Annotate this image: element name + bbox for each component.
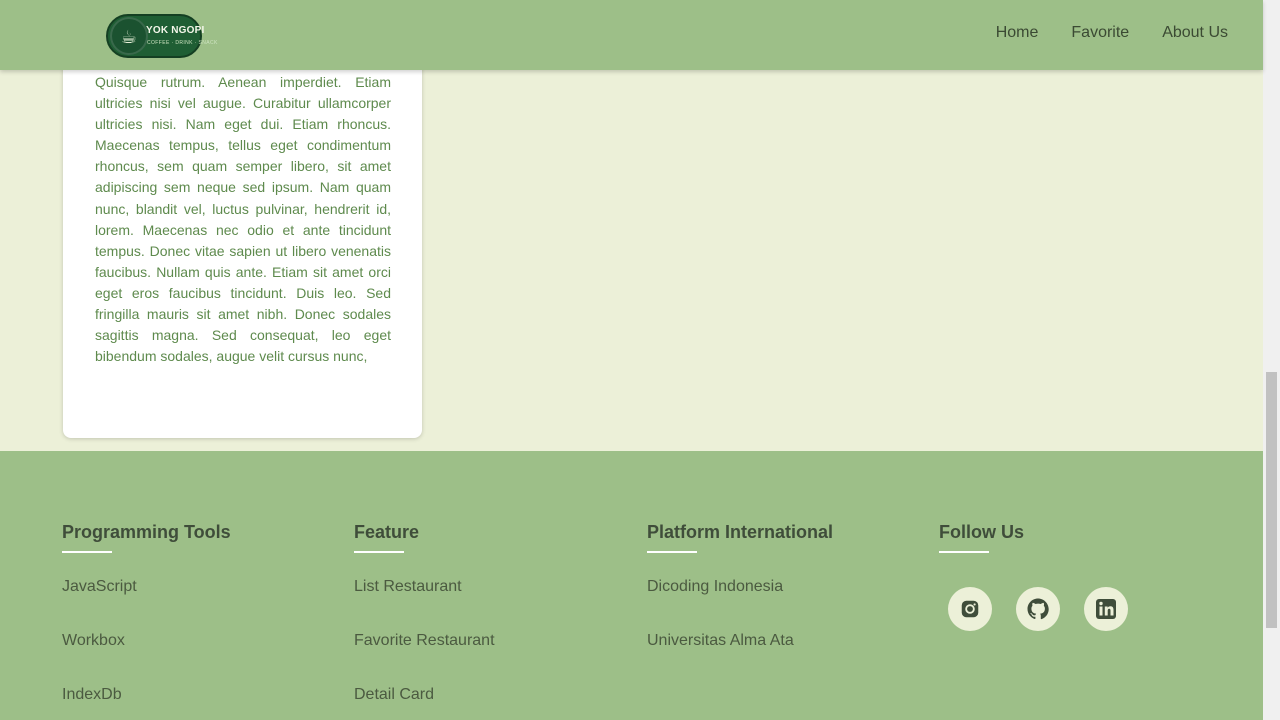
instagram-button[interactable] [948,587,992,631]
footer-heading: Follow Us [939,522,1024,542]
footer-heading: Feature [354,522,420,542]
site-header: ☕ YOK NGOPI COFFEE · DRINK · SNACK Home … [0,0,1263,70]
nav-about-link[interactable]: About Us [1162,22,1228,44]
footer-heading: Platform International [647,522,834,542]
footer-link[interactable]: IndexDb [62,686,122,704]
footer-column-follow-us: Follow Us [939,520,1024,553]
github-icon [1027,598,1049,620]
coffee-cup-icon: ☕ [110,17,148,55]
card-text: Quisque rutrum. Aenean imperdiet. Etiam … [95,74,391,365]
instagram-icon [961,600,979,618]
heading-underline [939,551,989,553]
brand-logo[interactable]: ☕ YOK NGOPI COFFEE · DRINK · SNACK [106,14,217,58]
footer-link[interactable]: Detail Card [354,686,434,704]
footer-column-platform: Platform International Dicoding Indonesi… [647,520,834,649]
logo-name: YOK NGOPI [146,25,205,36]
page-scrollbar[interactable] [1263,0,1280,720]
footer-link[interactable]: List Restaurant [354,578,462,596]
footer-link[interactable]: Workbox [62,632,125,650]
footer-link[interactable]: Favorite Restaurant [354,632,495,650]
linkedin-button[interactable] [1084,587,1128,631]
github-button[interactable] [1016,587,1060,631]
footer-link[interactable]: Universitas Alma Ata [647,632,794,650]
footer-column-programming-tools: Programming Tools JavaScript Workbox Ind… [62,520,231,703]
nav-home-link[interactable]: Home [996,22,1039,44]
heading-underline [354,551,404,553]
footer-heading: Programming Tools [62,522,231,542]
footer-link[interactable]: Dicoding Indonesia [647,578,783,596]
linkedin-icon [1096,599,1116,619]
logo-tagline: COFFEE · DRINK · SNACK [147,40,218,46]
heading-underline [62,551,112,553]
heading-underline [647,551,697,553]
scrollbar-thumb[interactable] [1266,372,1277,628]
description-card: Quisque rutrum. Aenean imperdiet. Etiam … [63,20,422,438]
nav-favorite-link[interactable]: Favorite [1071,22,1129,44]
footer-column-feature: Feature List Restaurant Favorite Restaur… [354,520,495,703]
footer-link[interactable]: JavaScript [62,578,137,596]
main-nav: Home Favorite About Us [996,22,1228,44]
site-footer: Programming Tools JavaScript Workbox Ind… [0,451,1263,720]
